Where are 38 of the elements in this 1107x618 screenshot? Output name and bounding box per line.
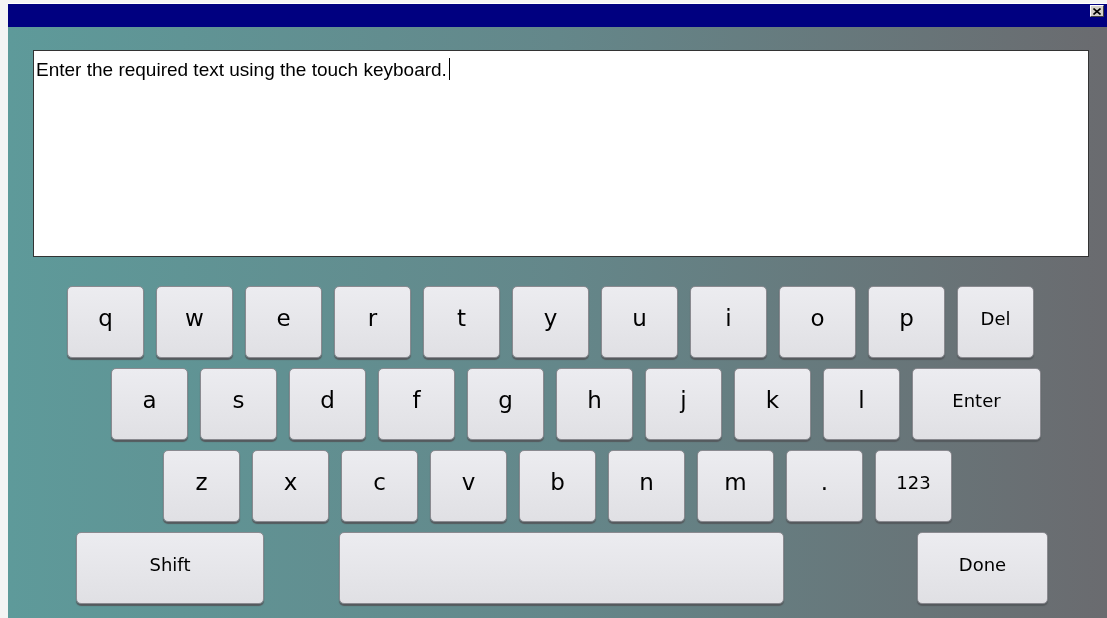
key[interactable]: q [67,286,144,358]
key[interactable]: d [289,368,366,440]
key[interactable]: m [697,450,774,522]
key[interactable]: Del [957,286,1034,358]
key[interactable]: w [156,286,233,358]
key[interactable]: o [779,286,856,358]
key[interactable]: j [645,368,722,440]
key[interactable]: t [423,286,500,358]
key[interactable]: 123 [875,450,952,522]
done-button[interactable]: Done [917,532,1048,604]
key[interactable]: l [823,368,900,440]
key[interactable]: . [786,450,863,522]
key[interactable]: x [252,450,329,522]
key[interactable]: b [519,450,596,522]
key[interactable]: c [341,450,418,522]
close-icon [1093,7,1101,15]
key[interactable]: u [601,286,678,358]
key[interactable]: v [430,450,507,522]
key[interactable]: e [245,286,322,358]
text-field[interactable]: Enter the required text using the touch keyboard. [33,50,1089,257]
enter-key[interactable]: Enter [912,368,1041,440]
key[interactable]: n [608,450,685,522]
key[interactable]: a [111,368,188,440]
key[interactable]: k [734,368,811,440]
field-text: Enter the required text using the touch keyboard. [36,59,447,80]
key[interactable]: g [467,368,544,440]
key[interactable]: p [868,286,945,358]
shift-key[interactable]: Shift [76,532,264,604]
key[interactable]: z [163,450,240,522]
key[interactable]: f [378,368,455,440]
text-cursor [448,58,450,80]
key[interactable]: h [556,368,633,440]
close-button[interactable] [1090,5,1104,17]
key[interactable]: s [200,368,277,440]
key[interactable]: r [334,286,411,358]
space-key[interactable] [339,532,784,604]
key[interactable]: y [512,286,589,358]
key[interactable]: i [690,286,767,358]
